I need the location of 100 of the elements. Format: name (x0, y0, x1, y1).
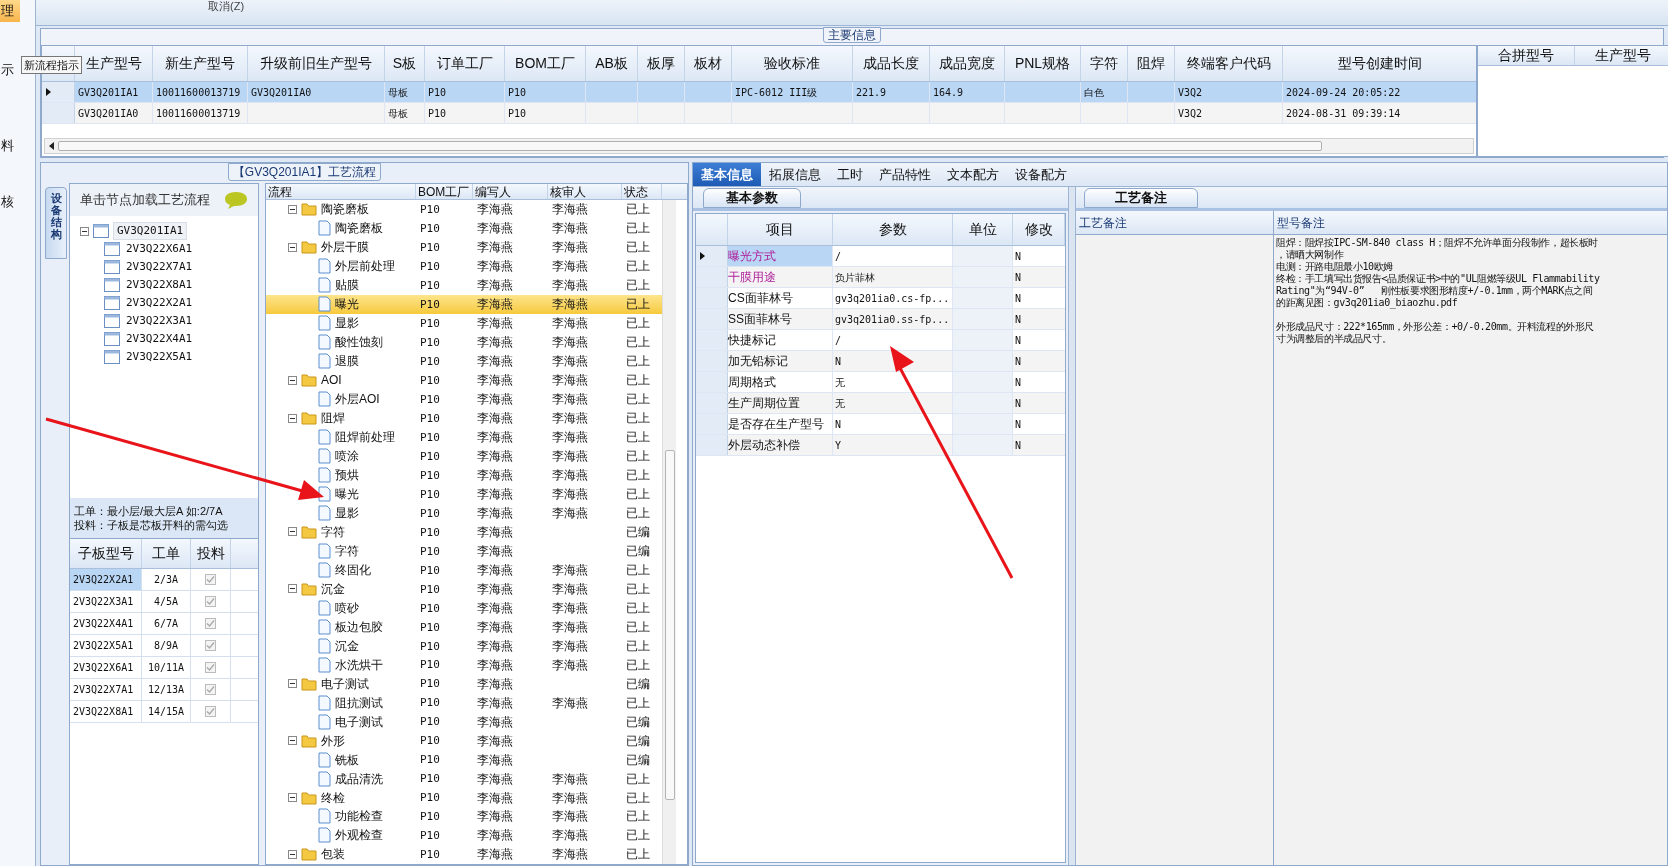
table-cell: P10 (420, 677, 440, 691)
table-cell: 李海燕 (477, 828, 513, 843)
remark-line: 电测：开路电阻最小10欧姆 (1276, 261, 1394, 273)
table-cell: P10 (420, 563, 440, 577)
table-cell-text: 12/13A (147, 683, 185, 697)
table-cell: 李海燕 (552, 316, 588, 331)
table-cell: 李海燕 (477, 297, 513, 312)
table-cell: 10011600013719 (153, 82, 248, 102)
table-cell: 李海燕 (477, 619, 513, 634)
table-cell-text: 4/5A (153, 595, 179, 609)
table-cell: 已编 (626, 752, 650, 767)
field-label: 型号备注 (1277, 214, 1325, 232)
remark-line: Rating"为“94V-0” 刚性板要求图形精度+/-0.1mm，两个MARK点之间 (1276, 285, 1593, 297)
table-cell: 已上 (626, 771, 650, 786)
table-cell: 李海燕 (477, 354, 513, 369)
table-cell-text: N (1014, 312, 1023, 327)
table-cell: P10 (420, 715, 440, 729)
table-cell: 已上 (626, 297, 650, 312)
table-cell: 已上 (626, 468, 650, 483)
table-cell: 221.9 (853, 82, 930, 102)
step-name: 外观检查 (335, 827, 383, 845)
table-cell-text: 8/9A (153, 639, 179, 653)
table-cell: P10 (420, 525, 440, 539)
table-cell-text: N (1014, 249, 1023, 264)
table-cell: P10 (420, 336, 440, 349)
table-cell-text: 6/7A (153, 617, 179, 631)
step-name: 阻抗测试 (335, 694, 383, 712)
step-name: 板边包胶 (335, 618, 383, 636)
table-cell-text: N (1014, 291, 1023, 306)
table-cell: 李海燕 (477, 752, 513, 767)
table-cell: P10 (420, 753, 440, 767)
step-name: AOI (321, 372, 342, 390)
table-cell: 已编 (626, 676, 650, 691)
table-cell: 李海燕 (552, 297, 588, 312)
table-cell: 李海燕 (552, 657, 588, 672)
table-cell-text: 2/3A (153, 573, 179, 587)
table-cell: V3Q2 (1175, 82, 1283, 102)
table-cell: 已上 (626, 695, 650, 710)
table-cell: 164.9 (930, 82, 1005, 102)
table-cell: P10 (420, 772, 440, 786)
table-cell: 已上 (626, 278, 650, 293)
table-cell: 李海燕 (477, 316, 513, 331)
table-cell: P10 (420, 298, 440, 312)
table-cell: 李海燕 (477, 562, 513, 577)
table-cell: 已上 (626, 790, 650, 805)
table-cell: 李海燕 (552, 373, 588, 388)
table-cell: 李海燕 (477, 487, 513, 501)
note-text: 投料：子板是芯板开料的需勾选 (74, 518, 229, 532)
table-cell: 已上 (626, 240, 650, 255)
table-cell: 已上 (626, 638, 650, 653)
tooltip: 新流程指示 (21, 56, 82, 74)
step-name: 成品清洗 (335, 770, 383, 788)
table-cell-text: N (1014, 396, 1023, 411)
table-cell: 李海燕 (477, 524, 513, 539)
table-cell: 李海燕 (552, 221, 588, 236)
table-cell: 李海燕 (552, 392, 588, 407)
table-cell: 李海燕 (552, 468, 588, 483)
step-name: 终固化 (335, 561, 371, 579)
table-cell: 李海燕 (477, 695, 513, 710)
table-cell: P10 (420, 430, 440, 444)
table-cell: P10 (420, 601, 440, 615)
table-cell: P10 (420, 222, 440, 236)
table-cell-text: 10/11A (147, 661, 185, 675)
table-cell: P10 (420, 355, 440, 368)
table-cell: 李海燕 (477, 600, 513, 615)
table-cell-text: N (1014, 333, 1023, 348)
step-name: 铣板 (335, 751, 359, 769)
remark-line: 的距离见图：gv3q201ia0_biaozhu.pdf (1276, 297, 1459, 309)
table-cell: 已上 (626, 657, 650, 672)
table-cell: 李海燕 (552, 638, 588, 653)
table-cell: 李海燕 (477, 373, 513, 388)
table-cell: GV3Q201IA0 (75, 103, 153, 123)
table-cell: GV3Q201IA0 (248, 82, 385, 102)
table-cell: 已上 (626, 828, 650, 843)
table-cell: 已上 (626, 373, 650, 388)
table-cell: 李海燕 (552, 354, 588, 369)
step-name: 陶瓷磨板 (321, 201, 369, 219)
step-name: 字符 (321, 523, 345, 541)
table-cell: P10 (420, 373, 440, 387)
table-cell: 已上 (626, 202, 650, 217)
step-name: 显影 (335, 315, 359, 333)
table-cell: V3Q2 (1175, 103, 1283, 123)
step-name: 沉金 (335, 637, 359, 655)
step-name: 曝光 (335, 486, 359, 503)
table-cell: 李海燕 (552, 487, 588, 501)
table-cell: P10 (425, 82, 505, 102)
table-cell: 李海燕 (552, 202, 588, 217)
table-cell: 已编 (626, 524, 650, 539)
table-cell: 李海燕 (477, 430, 513, 445)
step-name: 阻焊前处理 (335, 429, 395, 447)
table-cell-text: N (1014, 438, 1023, 453)
step-name: 终检 (321, 789, 345, 807)
table-cell: 李海燕 (477, 221, 513, 236)
table-cell: 李海燕 (552, 847, 588, 862)
remark-line: 阻焊：阻焊按IPC-SM-840 class H；阻焊不允许单面分段制作，超长板时 (1276, 237, 1599, 249)
note-text: 工单：最小层/最大层A 如:2/7A (74, 504, 224, 518)
step-name: 包装 (321, 846, 345, 864)
table-cell: 李海燕 (477, 278, 513, 293)
table-cell: 已上 (626, 506, 650, 520)
table-cell: 10011600013719 (153, 103, 248, 123)
